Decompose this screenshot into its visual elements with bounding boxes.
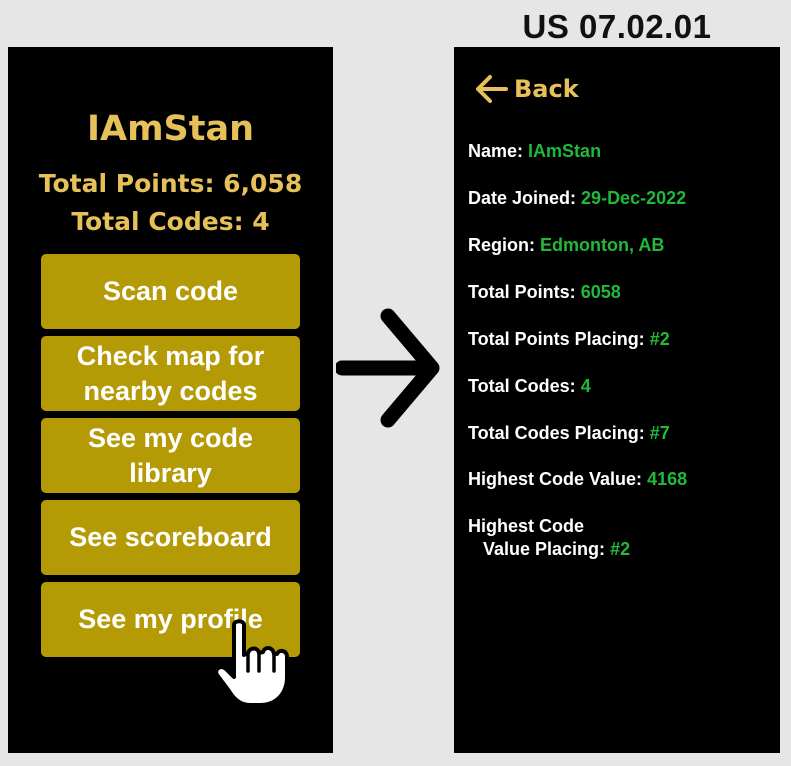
field-label: Name: xyxy=(468,141,524,161)
profile-field-name: Name: IAmStan xyxy=(468,140,601,163)
field-value: 6058 xyxy=(580,282,621,302)
profile-field-region: Region: Edmonton, AB xyxy=(468,234,664,257)
total-codes-stat: Total Codes: 4 xyxy=(71,207,270,236)
profile-field-codes-placing: Total Codes Placing: #7 xyxy=(468,422,670,445)
field-value: 4 xyxy=(580,376,591,396)
check-map-button[interactable]: Check map for nearby codes xyxy=(41,336,300,411)
profile-field-points-placing: Total Points Placing: #2 xyxy=(468,328,670,351)
field-label: Total Points Placing: xyxy=(468,329,645,349)
back-button[interactable]: Back xyxy=(474,69,579,109)
field-label-line1: Highest Code xyxy=(468,516,585,536)
code-library-button[interactable]: See my code library xyxy=(41,418,300,493)
field-label: Date Joined: xyxy=(468,188,577,208)
field-label: Total Codes: xyxy=(468,376,576,396)
field-label-line2: Value Placing: xyxy=(483,539,606,559)
username-heading: IAmStan xyxy=(86,109,255,149)
field-value: 29-Dec-2022 xyxy=(581,188,687,208)
field-label: Highest Code Value: xyxy=(468,469,643,489)
scoreboard-button[interactable]: See scoreboard xyxy=(41,500,300,575)
field-label: Region: xyxy=(468,235,535,255)
profile-field-highest-code-value: Highest Code Value: 4168 xyxy=(468,468,687,491)
field-value: #7 xyxy=(649,423,670,443)
home-screen: IAmStan Total Points: 6,058 Total Codes:… xyxy=(8,47,333,753)
story-id-title: US 07.02.01 xyxy=(522,8,712,45)
field-value: Edmonton, AB xyxy=(540,235,665,255)
field-value: #2 xyxy=(649,329,670,349)
scan-code-button[interactable]: Scan code xyxy=(41,254,300,329)
arrow-right-icon xyxy=(336,308,440,428)
arrow-left-icon xyxy=(476,75,508,103)
total-points-stat: Total Points: 6,058 xyxy=(38,169,303,198)
field-value: IAmStan xyxy=(528,141,602,161)
hand-pointer-icon xyxy=(214,619,289,707)
profile-field-total-codes: Total Codes: 4 xyxy=(468,375,591,398)
profile-field-date-joined: Date Joined: 29-Dec-2022 xyxy=(468,187,686,210)
field-value: #2 xyxy=(610,539,631,559)
profile-field-highest-value-placing: Highest Code Value Placing: #2 xyxy=(468,515,630,561)
profile-screen: Back Name: IAmStan Date Joined: 29-Dec-2… xyxy=(454,47,780,753)
profile-field-total-points: Total Points: 6058 xyxy=(468,281,621,304)
back-label: Back xyxy=(514,75,579,103)
field-label: Total Codes Placing: xyxy=(468,423,645,443)
field-label: Total Points: xyxy=(468,282,576,302)
field-value: 4168 xyxy=(647,469,688,489)
